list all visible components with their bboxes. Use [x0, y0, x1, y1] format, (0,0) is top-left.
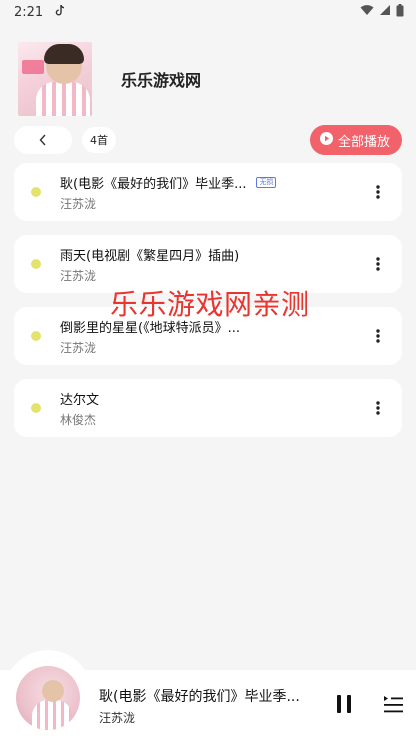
song-artist: 汪苏泷	[60, 268, 97, 283]
playlist-queue-icon[interactable]	[382, 693, 404, 715]
more-vertical-icon[interactable]	[368, 324, 388, 348]
back-button[interactable]	[14, 126, 72, 154]
lossless-badge: 无损	[256, 176, 277, 188]
playlist-toolbar: 4首 全部播放	[14, 125, 402, 155]
battery-icon	[396, 3, 404, 21]
playlist-title: 乐乐游戏网	[121, 71, 202, 90]
play-circle-icon	[319, 131, 333, 149]
more-vertical-icon[interactable]	[368, 396, 388, 420]
pause-icon[interactable]	[334, 693, 354, 715]
player-info[interactable]: 耿(电影《最好的我们》毕业季... 汪苏泷	[99, 686, 321, 726]
song-row[interactable]: 耿(电影《最好的我们》毕业季... 无损 汪苏泷	[14, 163, 402, 221]
album-cover[interactable]	[18, 42, 92, 116]
song-title: 耿(电影《最好的我们》毕业季...	[60, 176, 247, 192]
wifi-icon	[360, 4, 374, 20]
more-vertical-icon[interactable]	[368, 252, 388, 276]
song-status-dot	[31, 187, 41, 197]
song-artist: 林俊杰	[60, 412, 97, 427]
tiktok-icon	[55, 4, 65, 20]
song-row[interactable]: 达尔文 林俊杰	[14, 379, 402, 437]
player-album-cover[interactable]	[16, 666, 80, 730]
playlist-header: 乐乐游戏网	[18, 42, 398, 116]
song-status-dot	[31, 259, 41, 269]
signal-icon	[379, 4, 391, 20]
chevron-left-icon	[38, 131, 48, 150]
play-all-label: 全部播放	[337, 134, 390, 150]
song-status-dot	[31, 331, 41, 341]
song-title: 雨天(电视剧《繁星四月》插曲)	[60, 248, 240, 264]
player-artist: 汪苏泷	[99, 711, 136, 725]
song-count: 4首	[82, 127, 116, 153]
play-all-button[interactable]: 全部播放	[309, 125, 402, 155]
song-status-dot	[31, 403, 41, 413]
song-artist: 汪苏泷	[60, 196, 97, 211]
player-title: 耿(电影《最好的我们》毕业季...	[99, 689, 300, 705]
song-title: 达尔文	[60, 392, 100, 408]
watermark: 乐乐游戏网亲测	[110, 288, 310, 321]
status-time: 2:21	[14, 4, 44, 20]
song-artist: 汪苏泷	[60, 340, 97, 355]
more-vertical-icon[interactable]	[368, 180, 388, 204]
status-bar: 2:21	[0, 0, 416, 24]
